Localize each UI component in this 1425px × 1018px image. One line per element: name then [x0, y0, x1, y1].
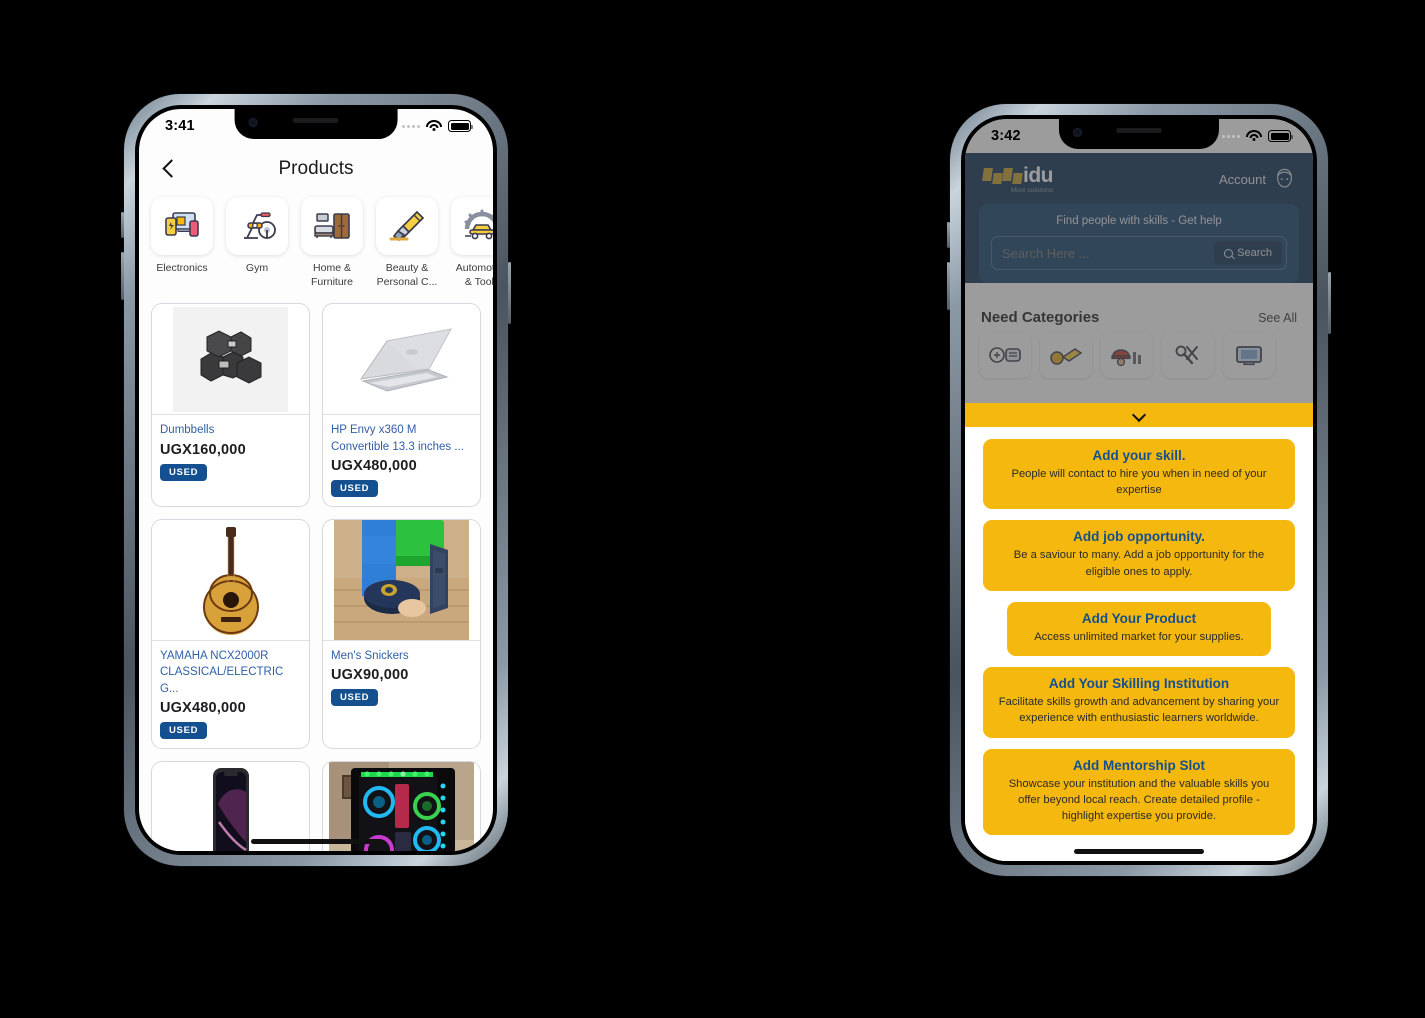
status-badge: USED: [160, 463, 208, 481]
category-label: Automotive & Tools: [455, 262, 493, 289]
action-card-add-product[interactable]: Add Your Product Access unlimited market…: [1007, 601, 1271, 657]
battery-icon: [1268, 130, 1293, 142]
status-badge: USED: [331, 480, 379, 497]
product-price: UGX160,000: [160, 441, 246, 458]
left-phone-screen: 3:41 Products Electronics Gym Home & Fur…: [139, 109, 493, 851]
gaming-pc-photo: [323, 761, 480, 851]
category-strip[interactable]: Electronics Gym Home & Furniture Beauty …: [139, 191, 493, 293]
laptop-photo: [323, 304, 480, 415]
product-info: YAMAHA NCX2000R CLASSICAL/ELECTRIC G... …: [152, 640, 309, 748]
action-description: Access unlimited market for your supplie…: [1034, 630, 1244, 643]
product-title: Men's Snickers: [331, 650, 409, 662]
category-item-beauty[interactable]: Beauty & Personal C...: [376, 197, 438, 289]
product-price: UGX480,000: [160, 699, 246, 716]
action-card-add-skill[interactable]: Add your skill. People will contact to h…: [983, 439, 1295, 510]
beauty-personal-care-icon: [376, 197, 438, 255]
left-status-bar: 3:41: [139, 109, 493, 143]
electronics-icon: [151, 197, 213, 255]
dim-overlay[interactable]: [965, 119, 1313, 403]
product-title: Dumbbells: [160, 424, 215, 437]
right-phone-bezel: 3:42 idu More s: [961, 115, 1317, 865]
wifi-icon: [426, 120, 442, 132]
action-sheet: Add your skill. People will contact to h…: [965, 403, 1313, 861]
sheet-collapse-handle[interactable]: [965, 403, 1313, 427]
category-item-home-furniture[interactable]: Home & Furniture: [301, 197, 363, 289]
dumbbells-photo: [152, 304, 309, 415]
action-description: People will contact to hire you when in …: [1011, 468, 1267, 497]
action-card-add-mentorship[interactable]: Add Mentorship Slot Showcase your instit…: [983, 748, 1295, 836]
right-phone-device: 3:42 idu More s: [947, 104, 1331, 876]
product-grid: Dumbbells UGX160,000 USED HP Envy x360 M…: [139, 293, 493, 851]
home-furniture-icon: [301, 197, 363, 255]
status-badge: USED: [160, 721, 208, 739]
action-title: Add Your Product: [1081, 610, 1197, 626]
nav-bar: Products: [139, 143, 493, 191]
sandals-photo: [323, 520, 480, 640]
category-item-gym[interactable]: Gym: [226, 197, 288, 289]
action-title: Add your skill.: [1092, 448, 1186, 463]
product-card[interactable]: HP Envy x360 M Convertible 13.3 inches .…: [322, 303, 481, 507]
action-title: Add job opportunity.: [1073, 529, 1205, 545]
acoustic-guitar-photo: [152, 520, 309, 640]
gym-bike-icon: [226, 197, 288, 255]
status-badge: USED: [331, 689, 379, 707]
product-info: Men's Snickers UGX90,000 USED: [323, 640, 480, 715]
right-status-bar: 3:42: [965, 119, 1313, 153]
status-time: 3:41: [165, 118, 195, 134]
product-card[interactable]: YAMAHA NCX2000R CLASSICAL/ELECTRIC G... …: [151, 519, 310, 749]
product-title: HP Envy x360 M Convertible 13.3 inches .…: [331, 424, 464, 453]
volume-up-button[interactable]: [121, 212, 124, 238]
product-info: Dumbbells UGX160,000 USED: [152, 414, 309, 489]
product-card[interactable]: [322, 760, 481, 851]
signal-dots-icon: [402, 124, 420, 128]
product-price: UGX480,000: [331, 458, 417, 474]
category-label: Electronics: [156, 262, 208, 274]
product-title: YAMAHA NCX2000R CLASSICAL/ELECTRIC G...: [160, 650, 284, 695]
left-phone-device: 3:41 Products Electronics Gym Home & Fur…: [121, 94, 511, 866]
power-button[interactable]: [1328, 272, 1331, 334]
home-indicator: [251, 839, 381, 844]
action-card-add-job[interactable]: Add job opportunity. Be a saviour to man…: [983, 520, 1295, 591]
battery-icon: [448, 120, 473, 132]
right-phone-screen: 3:42 idu More s: [965, 119, 1313, 861]
signal-dots-icon: [1222, 134, 1240, 138]
page-title: Products: [278, 158, 354, 179]
category-label: Home & Furniture: [310, 262, 353, 289]
action-description: Be a saviour to many. Add a job opportun…: [1013, 549, 1265, 578]
product-info: HP Envy x360 M Convertible 13.3 inches .…: [323, 414, 480, 506]
product-card[interactable]: Dumbbells UGX160,000 USED: [151, 303, 310, 507]
left-phone-bezel: 3:41 Products Electronics Gym Home & Fur…: [135, 105, 497, 855]
volume-down-button[interactable]: [947, 262, 950, 310]
action-card-add-institution[interactable]: Add Your Skilling Institution Facilitate…: [983, 667, 1295, 738]
home-indicator: [1074, 849, 1204, 854]
product-price: UGX90,000: [331, 667, 409, 684]
category-item-automotive[interactable]: Automotive & Tools: [451, 197, 493, 289]
volume-up-button[interactable]: [947, 222, 950, 248]
wifi-icon: [1246, 130, 1262, 142]
action-title: Add Your Skilling Institution: [1048, 676, 1230, 692]
automotive-tools-icon: [451, 197, 493, 255]
category-label: Gym: [245, 262, 269, 274]
status-time: 3:42: [991, 128, 1021, 144]
product-card[interactable]: Men's Snickers UGX90,000 USED: [322, 519, 481, 749]
product-card[interactable]: [151, 760, 310, 851]
power-button[interactable]: [508, 262, 511, 324]
volume-down-button[interactable]: [121, 252, 124, 300]
action-title: Add Mentorship Slot: [1073, 757, 1205, 773]
chevron-left-icon[interactable]: [157, 157, 181, 181]
category-item-electronics[interactable]: Electronics: [151, 197, 213, 289]
action-description: Facilitate skills growth and advancement…: [998, 696, 1280, 725]
action-list: Add your skill. People will contact to h…: [965, 427, 1313, 836]
action-description: Showcase your institution and the valuab…: [1008, 777, 1270, 823]
chevron-down-icon: [1134, 410, 1145, 421]
category-label: Beauty & Personal C...: [376, 262, 438, 289]
smartphone-photo: [152, 761, 309, 851]
